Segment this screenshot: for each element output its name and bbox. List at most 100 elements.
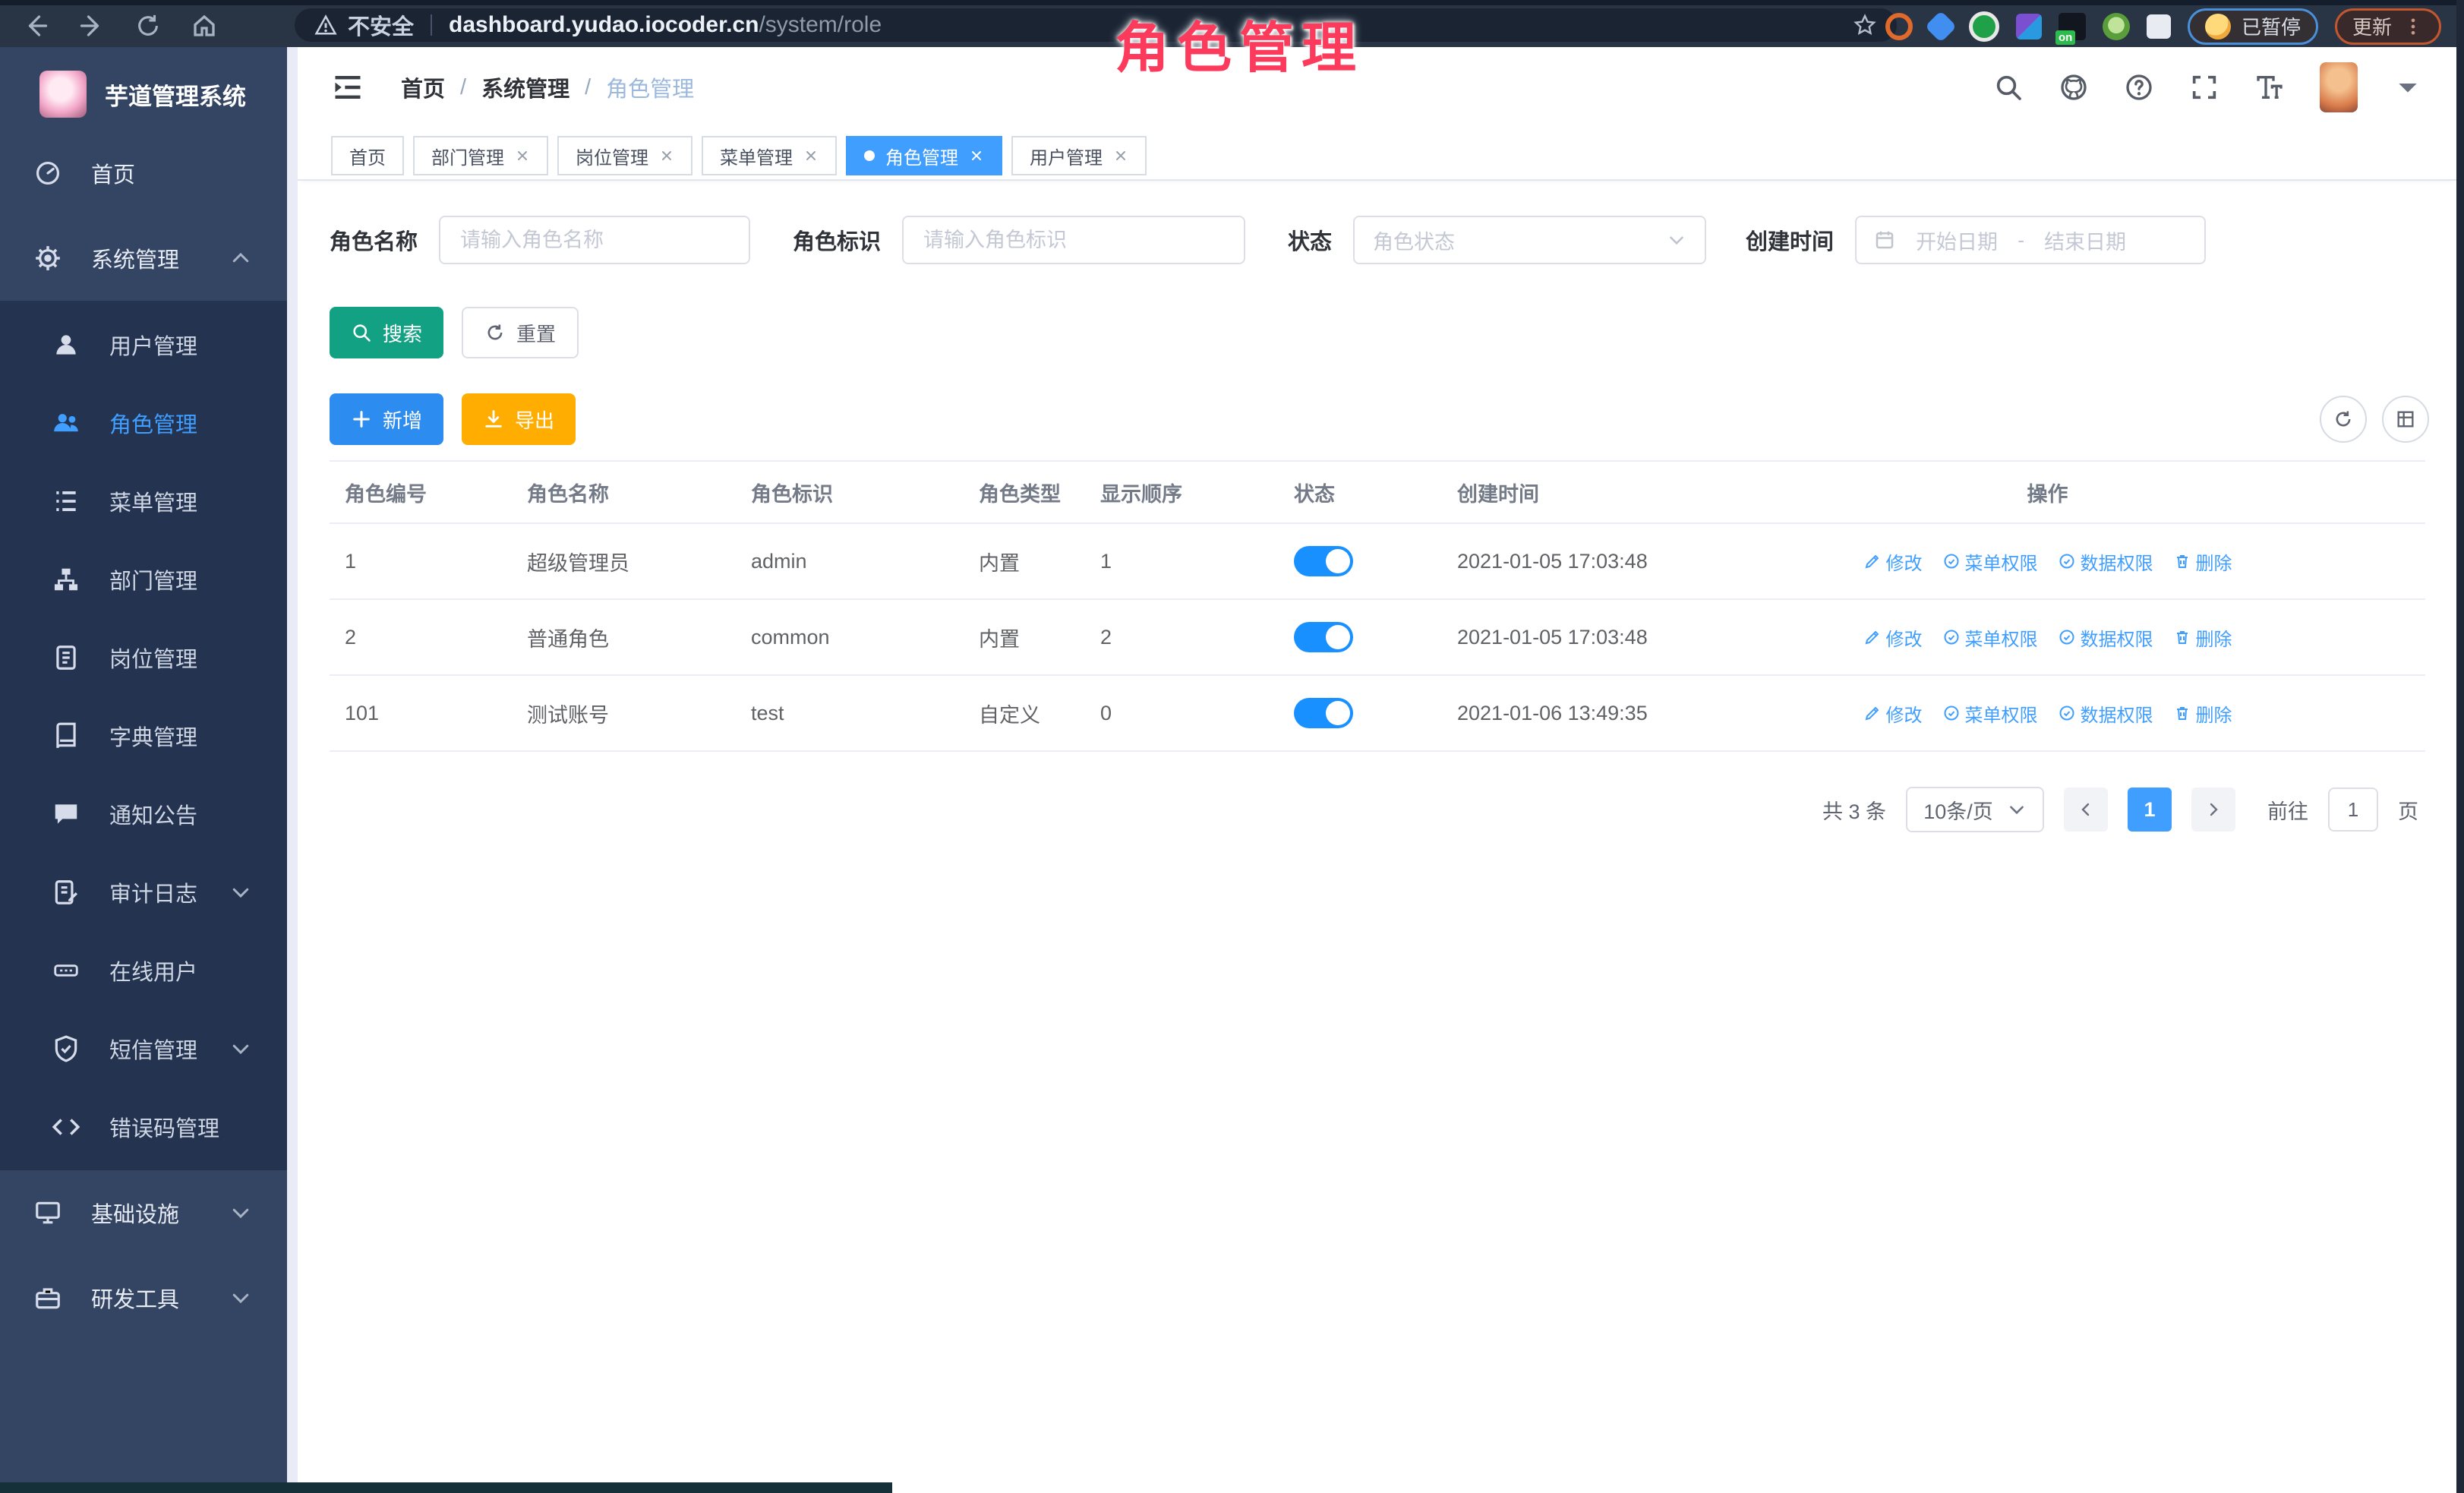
address-bar[interactable]: 不安全 dashboard.yudao.iocoder.cn /system/r…: [295, 8, 1897, 42]
cell-sort: 1: [1100, 550, 1294, 573]
page-size-select[interactable]: 10条/页: [1906, 787, 2044, 832]
extension-icon-5[interactable]: [2059, 13, 2086, 40]
menu-permission-link[interactable]: 菜单权限: [1942, 700, 2038, 727]
delete-link[interactable]: 删除: [2173, 548, 2232, 575]
sidebar-item-infrastructure[interactable]: 基础设施: [0, 1170, 287, 1255]
next-page-button[interactable]: [2191, 788, 2235, 832]
help-icon[interactable]: [2124, 72, 2154, 103]
close-icon[interactable]: [969, 148, 984, 163]
refresh-icon: [484, 322, 506, 343]
security-warning[interactable]: 不安全: [314, 9, 414, 41]
sidebar-item-roles[interactable]: 角色管理: [0, 384, 287, 462]
status-label: 状态: [1288, 224, 1332, 256]
status-select[interactable]: 角色状态: [1353, 216, 1706, 264]
data-permission-link[interactable]: 数据权限: [2058, 700, 2153, 727]
sidebar-item-sms[interactable]: 短信管理: [0, 1009, 287, 1087]
sidebar-item-audit-log[interactable]: 审计日志: [0, 853, 287, 931]
profile-paused-chip[interactable]: 已暂停: [2188, 8, 2318, 45]
tab-post[interactable]: 岗位管理: [557, 136, 693, 175]
sidebar-item-posts[interactable]: 岗位管理: [0, 618, 287, 696]
create-time-range-picker[interactable]: 开始日期 - 结束日期: [1855, 216, 2206, 264]
menu-permission-link[interactable]: 菜单权限: [1942, 624, 2038, 651]
data-permission-link[interactable]: 数据权限: [2058, 548, 2153, 575]
extension-icon-6[interactable]: [2103, 13, 2130, 40]
delete-link[interactable]: 删除: [2173, 700, 2232, 727]
role-key-input[interactable]: [902, 216, 1245, 264]
export-button[interactable]: 导出: [462, 393, 576, 445]
table-row: 2 普通角色 common 内置 2 2021-01-05 17:03:48 修…: [330, 600, 2425, 676]
search-icon[interactable]: [1993, 72, 2024, 103]
warning-icon: [314, 14, 337, 36]
sidebar-scrollbar[interactable]: [287, 47, 298, 1493]
data-permission-link[interactable]: 数据权限: [2058, 624, 2153, 651]
app-logo: [39, 71, 87, 118]
bookmark-star-icon[interactable]: [1853, 13, 1877, 37]
font-size-icon[interactable]: [2254, 72, 2285, 103]
caret-down-icon[interactable]: [2393, 72, 2423, 103]
edit-link[interactable]: 修改: [1863, 624, 1923, 651]
extension-icon-2[interactable]: [1925, 10, 1957, 42]
breadcrumb-home[interactable]: 首页: [401, 71, 445, 103]
sidebar-item-notice[interactable]: 通知公告: [0, 775, 287, 853]
browser-forward-button[interactable]: [73, 9, 111, 43]
status-toggle[interactable]: [1294, 622, 1353, 652]
screen: 不安全 dashboard.yudao.iocoder.cn /system/r…: [0, 0, 2464, 1493]
sidebar-item-dev-tools[interactable]: 研发工具: [0, 1255, 287, 1340]
extension-icon-3[interactable]: [1969, 11, 1999, 42]
extension-icon-4[interactable]: [2016, 14, 2042, 39]
menu-permission-link[interactable]: 菜单权限: [1942, 548, 2038, 575]
fullscreen-icon[interactable]: [2189, 72, 2219, 103]
goto-page-input[interactable]: [2328, 788, 2378, 832]
refresh-table-button[interactable]: [2320, 396, 2367, 443]
page-number-current[interactable]: 1: [2128, 788, 2172, 832]
close-icon[interactable]: [1113, 148, 1128, 163]
browser-back-button[interactable]: [17, 9, 55, 43]
edit-link[interactable]: 修改: [1863, 700, 1923, 727]
extension-icon-1[interactable]: [1885, 13, 1913, 40]
tab-dept[interactable]: 部门管理: [413, 136, 548, 175]
app-title: 芋道管理系统: [105, 77, 246, 112]
browser-home-button[interactable]: [185, 9, 223, 43]
tab-home[interactable]: 首页: [331, 136, 404, 175]
app-logo-row[interactable]: 芋道管理系统: [0, 47, 287, 131]
close-icon[interactable]: [515, 148, 530, 163]
user-icon: [52, 330, 80, 359]
delete-link[interactable]: 删除: [2173, 624, 2232, 651]
search-button[interactable]: 搜索: [330, 307, 443, 358]
reset-button[interactable]: 重置: [462, 307, 579, 358]
chevron-up-icon: [229, 247, 252, 270]
header-actions: [1993, 62, 2423, 112]
sidebar-item-home[interactable]: 首页: [0, 131, 287, 216]
tab-user[interactable]: 用户管理: [1011, 136, 1147, 175]
sidebar-item-error-codes[interactable]: 错误码管理: [0, 1087, 287, 1166]
hamburger-icon[interactable]: [331, 71, 364, 104]
close-icon[interactable]: [659, 148, 674, 163]
sidebar-item-dict[interactable]: 字典管理: [0, 696, 287, 775]
column-settings-button[interactable]: [2382, 396, 2429, 443]
role-name-input[interactable]: [439, 216, 750, 264]
add-button[interactable]: 新增: [330, 393, 443, 445]
status-toggle[interactable]: [1294, 546, 1353, 576]
browser-menu-icon[interactable]: [2402, 16, 2424, 37]
book-icon: [52, 721, 80, 750]
edit-link[interactable]: 修改: [1863, 548, 1923, 575]
status-toggle[interactable]: [1294, 698, 1353, 728]
sidebar-item-system[interactable]: 系统管理: [0, 216, 287, 301]
url-divider: [431, 14, 432, 36]
speech-bubble-icon: [52, 800, 80, 829]
github-icon[interactable]: [2059, 72, 2089, 103]
browser-update-chip[interactable]: 更新: [2335, 8, 2441, 45]
sidebar-item-menus[interactable]: 菜单管理: [0, 462, 287, 540]
close-icon[interactable]: [803, 148, 819, 163]
sidebar-item-users[interactable]: 用户管理: [0, 305, 287, 384]
extensions-puzzle-icon[interactable]: [2147, 14, 2171, 39]
browser-reload-button[interactable]: [129, 9, 167, 43]
sidebar-item-depts[interactable]: 部门管理: [0, 540, 287, 618]
tab-role[interactable]: 角色管理: [846, 136, 1002, 175]
tab-menu[interactable]: 菜单管理: [702, 136, 837, 175]
user-avatar[interactable]: [2320, 62, 2358, 112]
sidebar-item-online-users[interactable]: 在线用户: [0, 931, 287, 1009]
page-scrollbar[interactable]: [2456, 0, 2464, 1493]
breadcrumb-section[interactable]: 系统管理: [481, 71, 569, 103]
prev-page-button[interactable]: [2064, 788, 2108, 832]
